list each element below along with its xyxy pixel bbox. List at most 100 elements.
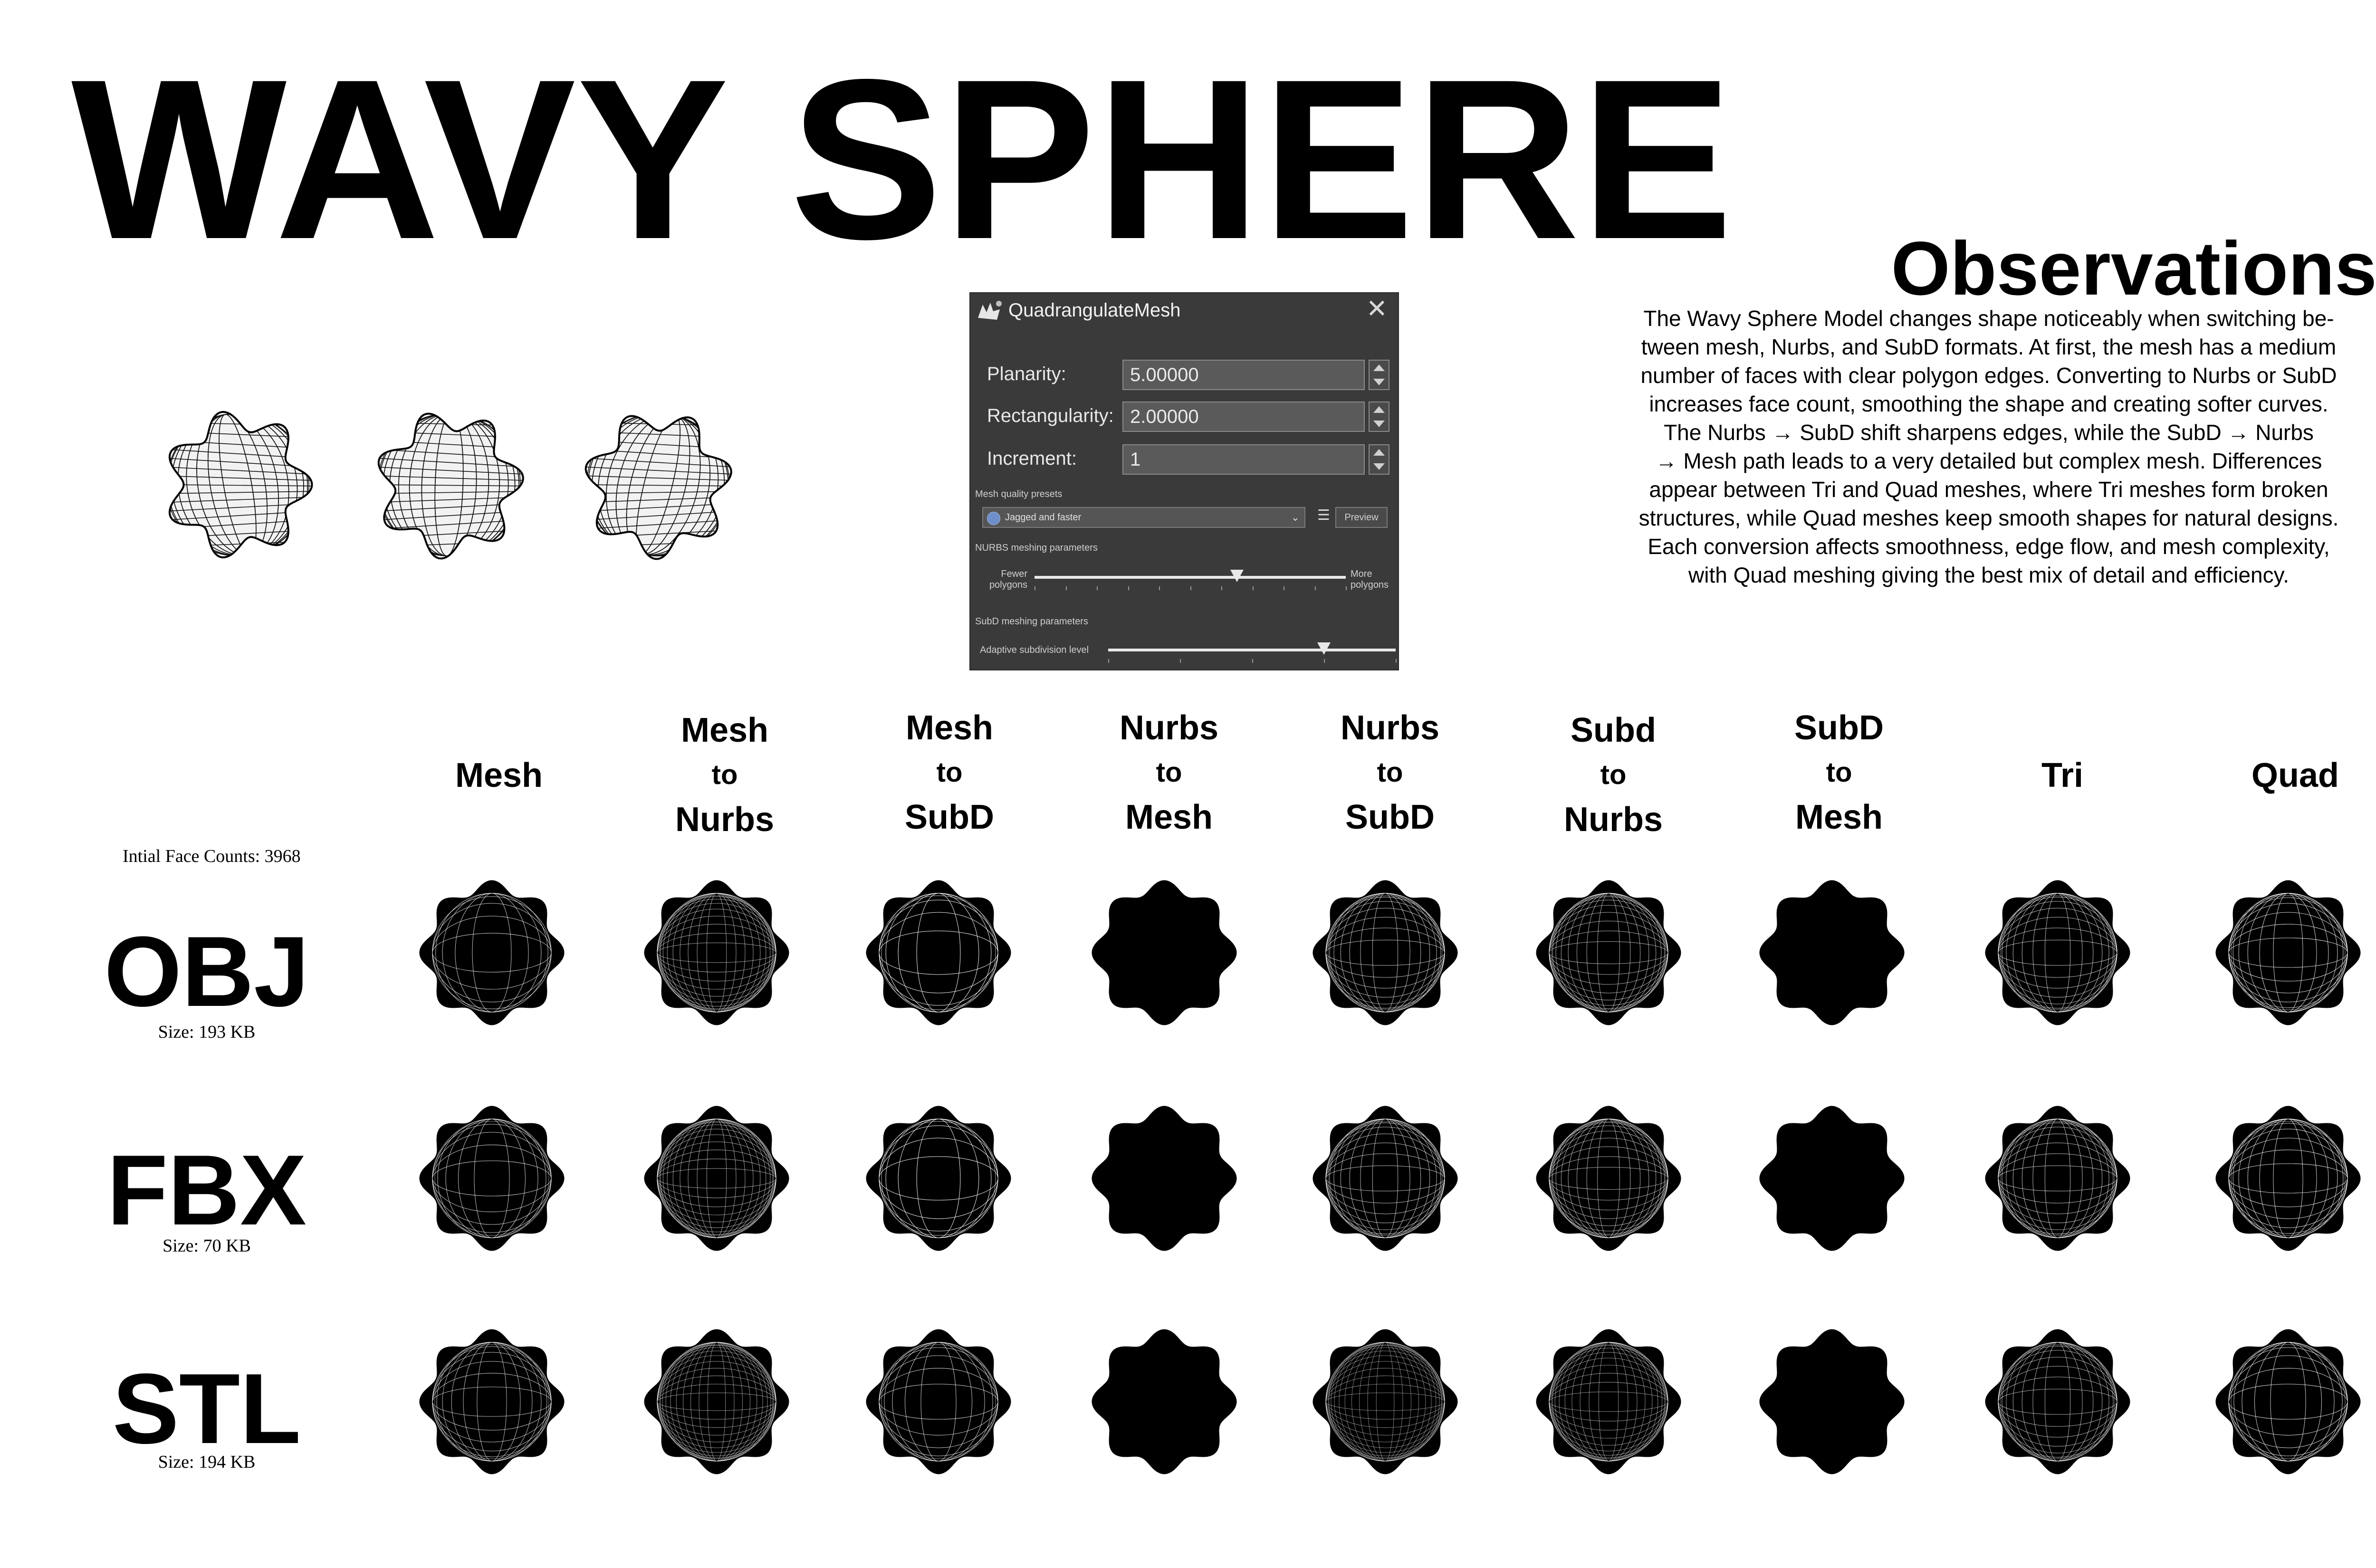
mesh-quality-preset-select[interactable]: Jagged and faster ⌄ xyxy=(982,507,1305,528)
mesh-cell-stl-mesh-to-subd xyxy=(866,1329,1011,1474)
wavy-sphere-preview-1 xyxy=(168,411,313,559)
planarity-label: Planarity: xyxy=(987,363,1066,384)
observations-line: number of faces with clear polygon edges… xyxy=(1640,363,2337,388)
preview-button[interactable]: Preview xyxy=(1335,507,1388,528)
observations-line: → Mesh path leads to a very detailed but… xyxy=(1655,449,2322,473)
observations-text: The Wavy Sphere Model changes shape noti… xyxy=(1587,304,2376,589)
slider-tick xyxy=(1314,586,1316,590)
down-arrow-icon[interactable] xyxy=(1373,379,1385,385)
mesh-cell-stl-tri xyxy=(1985,1329,2130,1474)
wavy-sphere-preview-2 xyxy=(377,412,524,560)
mesh-cell-obj-quad xyxy=(2215,880,2361,1025)
down-arrow-icon[interactable] xyxy=(1373,463,1385,470)
subd-slider-track[interactable] xyxy=(1108,649,1396,651)
column-header-nurbs-to-subd: Nurbs to SubD xyxy=(1340,709,1440,836)
mesh-cell-stl-mesh-to-nurbs xyxy=(644,1329,789,1474)
observations-line: The Nurbs → SubD shift sharpens edges, w… xyxy=(1664,420,2314,445)
wavy-sphere-preview-3 xyxy=(584,415,732,560)
nurbs-slider-thumb[interactable] xyxy=(1230,570,1244,582)
increment-spinner[interactable] xyxy=(1369,444,1389,475)
mesh-cell-fbx-mesh-to-subd xyxy=(866,1106,1011,1251)
column-header-subd-to-nurbs: Subd to Nurbs xyxy=(1563,711,1663,839)
slider-tick xyxy=(1190,586,1191,590)
mesh-cell-obj-mesh-to-nurbs xyxy=(644,880,789,1025)
column-header-mesh-to-subd: Mesh to SubD xyxy=(905,709,994,836)
column-header-subd-to-mesh: SubD to Mesh xyxy=(1794,709,1884,836)
slider-tick xyxy=(1252,586,1254,590)
rectangularity-label: Rectangularity: xyxy=(987,405,1114,426)
planarity-spinner[interactable] xyxy=(1369,360,1389,390)
slider-tick xyxy=(1097,586,1098,590)
rectangularity-field[interactable]: 2.00000 xyxy=(1122,402,1365,432)
up-arrow-icon[interactable] xyxy=(1373,449,1385,456)
column-header-mesh: Mesh xyxy=(455,756,543,794)
increment-label: Increment: xyxy=(987,448,1077,469)
mesh-cell-obj-nurbs-to-mesh xyxy=(1092,880,1237,1025)
more-polygons-label: More polygons xyxy=(1351,569,1389,590)
mesh-cell-stl-subd-to-nurbs xyxy=(1536,1329,1681,1474)
quadrangulate-mesh-dialog: QuadrangulateMesh ✕ Planarity: 5.00000 R… xyxy=(969,292,1399,670)
mesh-cell-obj-mesh xyxy=(419,880,565,1025)
nurbs-slider-track[interactable] xyxy=(1035,576,1346,579)
row-label-stl: STL xyxy=(112,1353,301,1464)
slider-tick xyxy=(1159,586,1160,590)
slider-tick xyxy=(1396,659,1397,663)
mesh-cell-obj-mesh-to-subd xyxy=(866,880,1011,1025)
mesh-cell-stl-nurbs-to-subd xyxy=(1313,1329,1458,1474)
slider-tick xyxy=(1221,586,1222,590)
slider-tick xyxy=(1323,659,1325,663)
planarity-field[interactable]: 5.00000 xyxy=(1122,360,1365,390)
row-size-stl: Size: 194 KB xyxy=(158,1452,256,1472)
observations-heading: Observations xyxy=(1891,226,2376,311)
up-arrow-icon[interactable] xyxy=(1373,406,1385,413)
slider-tick xyxy=(1128,586,1129,590)
column-header-quad: Quad xyxy=(2251,756,2339,794)
slider-tick xyxy=(1252,659,1253,663)
down-arrow-icon[interactable] xyxy=(1373,421,1385,427)
increment-field[interactable]: 1 xyxy=(1122,444,1365,475)
row-size-obj: Size: 193 KB xyxy=(158,1022,256,1042)
mesh-cell-fbx-subd-to-nurbs xyxy=(1536,1106,1681,1251)
nurbs-meshing-parameters-label: NURBS meshing parameters xyxy=(975,543,1098,553)
mesh-cell-fbx-nurbs-to-mesh xyxy=(1092,1106,1237,1251)
mesh-cell-fbx-nurbs-to-subd xyxy=(1313,1106,1458,1251)
observations-line: with Quad meshing giving the best mix of… xyxy=(1688,563,2289,587)
observations-line: The Wavy Sphere Model changes shape noti… xyxy=(1643,306,2334,331)
preset-icon xyxy=(987,512,1000,525)
observations-line: increases face count, smoothing the shap… xyxy=(1649,392,2328,416)
up-arrow-icon[interactable] xyxy=(1373,364,1385,371)
subd-slider-thumb[interactable] xyxy=(1317,642,1331,655)
slider-tick xyxy=(1346,586,1347,590)
close-icon[interactable]: ✕ xyxy=(1366,296,1388,322)
mesh-cell-obj-subd-to-mesh xyxy=(1759,880,1905,1025)
chevron-down-icon: ⌄ xyxy=(1291,511,1300,523)
column-header-mesh-to-nurbs: Mesh to Nurbs xyxy=(675,711,775,839)
column-header-nurbs-to-mesh: Nurbs to Mesh xyxy=(1119,709,1219,836)
observations-line: Each conversion affects smoothness, edge… xyxy=(1648,534,2330,559)
slider-tick xyxy=(1180,659,1181,663)
slider-tick xyxy=(1065,586,1067,590)
mesh-cell-fbx-tri xyxy=(1985,1106,2130,1251)
rectangularity-spinner[interactable] xyxy=(1369,402,1389,432)
mesh-cell-obj-subd-to-nurbs xyxy=(1536,880,1681,1025)
dialog-title: QuadrangulateMesh xyxy=(1008,300,1181,321)
mesh-cell-stl-quad xyxy=(2215,1329,2361,1474)
mesh-cell-stl-subd-to-mesh xyxy=(1759,1329,1905,1474)
adaptive-subdivision-label: Adaptive subdivision level xyxy=(980,645,1089,655)
observations-line: tween mesh, Nurbs, and SubD formats. At … xyxy=(1641,335,2337,359)
mesh-cell-fbx-subd-to-mesh xyxy=(1759,1106,1905,1251)
row-size-fbx: Size: 70 KB xyxy=(163,1236,251,1256)
observations-line: structures, while Quad meshes keep smoot… xyxy=(1638,506,2339,530)
menu-icon[interactable]: ☰ xyxy=(1317,508,1330,523)
mesh-cell-fbx-quad xyxy=(2215,1106,2361,1251)
mesh-cell-obj-nurbs-to-subd xyxy=(1313,880,1458,1025)
fewer-polygons-label: Fewer polygons xyxy=(989,569,1027,590)
subd-meshing-parameters-label: SubD meshing parameters xyxy=(975,616,1088,627)
mesh-cell-obj-tri xyxy=(1985,880,2130,1025)
slider-tick xyxy=(1108,659,1109,663)
rhino-logo-icon xyxy=(978,301,1002,320)
mesh-quality-presets-label: Mesh quality presets xyxy=(975,489,1063,499)
row-label-fbx: FBX xyxy=(107,1134,307,1246)
observations-line: appear between Tri and Quad meshes, wher… xyxy=(1649,477,2328,502)
mesh-cell-fbx-mesh xyxy=(419,1106,565,1251)
